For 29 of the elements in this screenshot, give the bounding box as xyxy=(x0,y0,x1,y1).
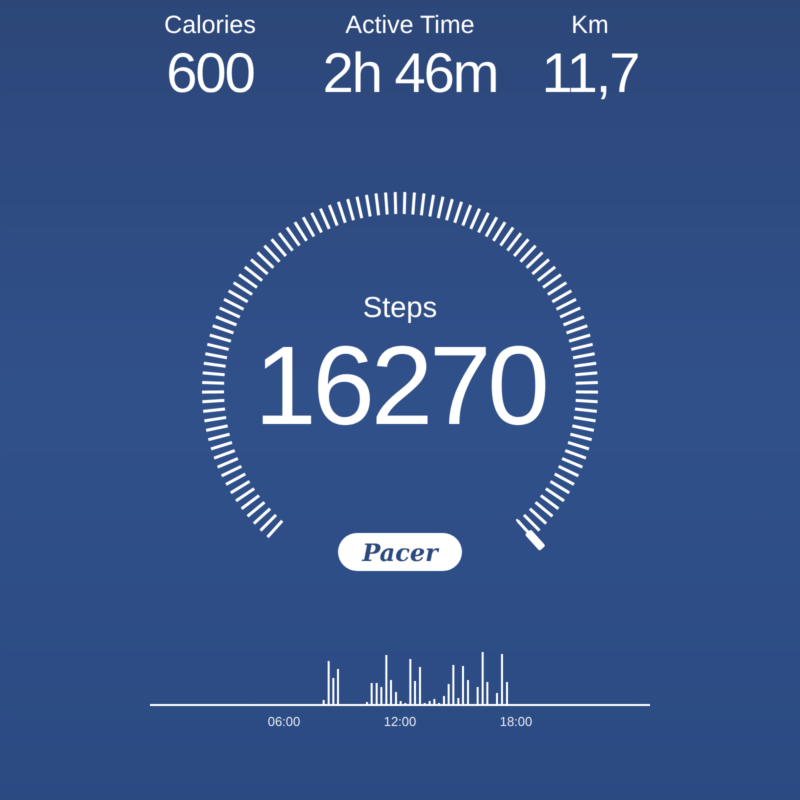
histogram-bar xyxy=(428,701,431,704)
stat-label: Active Time xyxy=(345,10,475,40)
histogram-bar xyxy=(376,683,378,704)
stat-label: Km xyxy=(571,10,609,40)
time-label: 12:00 xyxy=(384,714,416,729)
histogram-bar xyxy=(409,659,412,704)
stat-value: 2h 46m xyxy=(322,40,498,106)
stat-label: Calories xyxy=(164,10,256,40)
histogram-bar xyxy=(370,683,373,704)
time-label: 06:00 xyxy=(268,714,300,729)
histogram-bar xyxy=(452,665,454,704)
histogram-bar xyxy=(385,655,388,704)
pacer-logo: Pacer xyxy=(338,533,462,571)
histogram-bar xyxy=(482,652,484,704)
histogram-bar xyxy=(328,661,330,704)
steps-label: Steps xyxy=(362,291,438,326)
stat-value: 11,7 xyxy=(542,40,638,106)
steps-count: 16270 xyxy=(254,326,546,446)
histogram-bar xyxy=(380,687,382,704)
histogram-bar xyxy=(476,687,479,704)
histogram-bar xyxy=(448,684,450,704)
histogram-bar xyxy=(433,699,436,704)
histogram-bar xyxy=(400,701,402,704)
histogram-bar xyxy=(457,698,460,704)
histogram-bar xyxy=(332,678,334,704)
histogram-bar xyxy=(322,700,325,704)
stat-value: 600 xyxy=(166,40,254,106)
time-label: 18:00 xyxy=(500,714,532,729)
histogram-bar xyxy=(486,682,488,704)
